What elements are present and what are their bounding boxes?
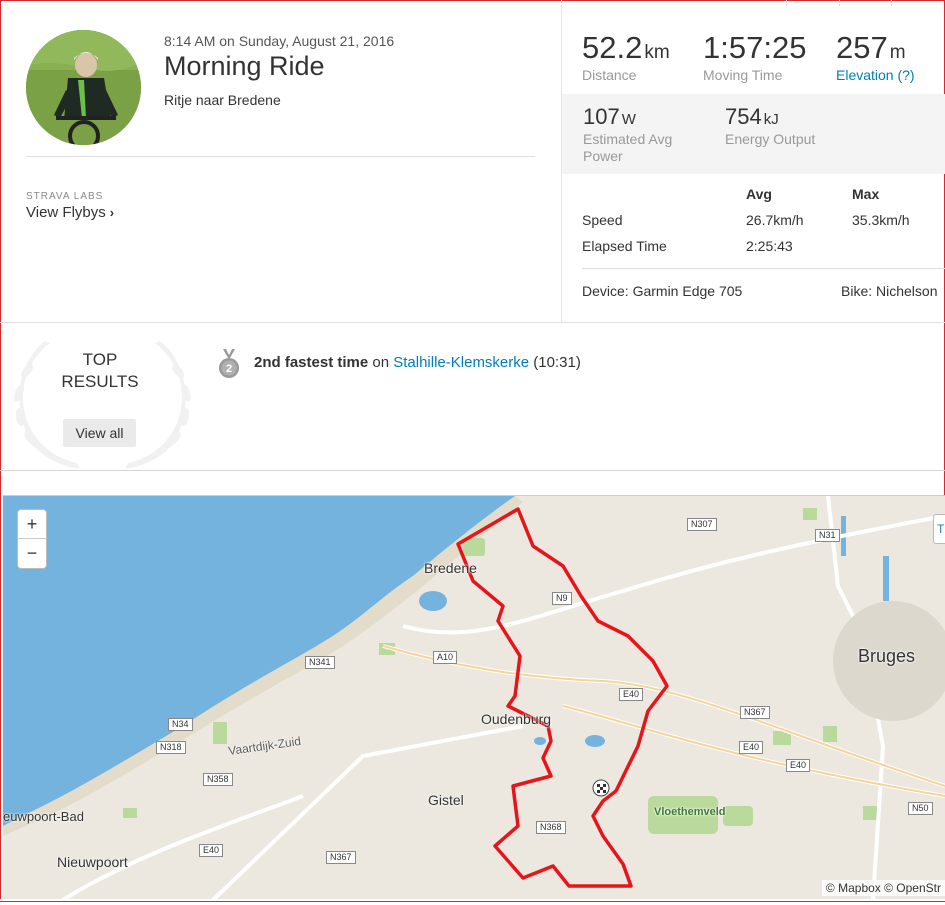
place-label: Vloethemveld	[654, 806, 726, 818]
top-results-title-line2: RESULTS	[61, 372, 139, 391]
row-avg: 26.7km/h	[746, 212, 804, 228]
elevation-help-link[interactable]: Elevation (?)	[836, 67, 915, 83]
energy-label: Energy Output	[725, 131, 816, 147]
top-rule	[562, 0, 945, 6]
moving-time-value: 1:57:25	[703, 30, 807, 65]
stat-power: 107 W Estimated Avg Power	[583, 104, 672, 164]
stat-elevation: 257 m Elevation (?)	[836, 30, 915, 83]
moving-time-label: Moving Time	[703, 67, 783, 83]
bike-info: Bike: Nichelson	[841, 283, 938, 299]
road-label: E40	[786, 759, 811, 772]
elevation-value: 257	[836, 30, 888, 65]
zoom-out-button[interactable]: −	[18, 539, 46, 568]
road-label: A10	[433, 651, 458, 664]
activity-description: Ritje naar Bredene	[164, 92, 281, 108]
road-label: N31	[815, 529, 840, 542]
chevron-right-icon: ›	[109, 205, 115, 220]
view-flybys-label: View Flybys	[26, 204, 106, 221]
place-label: Bruges	[858, 646, 916, 666]
power-unit: W	[621, 111, 636, 128]
elevation-unit: m	[889, 42, 906, 63]
distance-label: Distance	[582, 67, 637, 83]
zoom-in-button[interactable]: +	[18, 510, 46, 539]
road-label: N367	[326, 851, 356, 864]
top-results-section: TOP RESULTS View all 2 2nd fastest time …	[0, 323, 945, 470]
energy-value: 754	[725, 104, 762, 129]
table-row: Elapsed Time 2:25:43	[582, 238, 942, 264]
place-label: Oudenburg	[481, 711, 552, 727]
distance-value: 52.2	[582, 30, 643, 65]
device-divider	[582, 268, 945, 269]
strava-labs-label: STRAVA LABS	[26, 191, 104, 202]
power-value: 107	[583, 104, 620, 129]
top-results-title: TOP RESULTS	[45, 349, 155, 393]
map-attribution[interactable]: © Mapbox © OpenStr	[821, 880, 945, 896]
medal-rank: 2	[226, 363, 232, 375]
table-row: Speed 26.7km/h 35.3km/h	[582, 212, 942, 238]
distance-unit: km	[644, 42, 670, 63]
row-avg: 2:25:43	[746, 238, 793, 254]
road-label: N367	[740, 706, 770, 719]
activity-title: Morning Ride	[164, 51, 325, 81]
top-results-title-line1: TOP	[82, 350, 118, 369]
activity-datetime: 8:14 AM on Sunday, August 21, 2016	[164, 33, 395, 49]
road-label: E40	[619, 688, 644, 701]
segment-time: (10:31)	[533, 354, 581, 371]
achievement-on: on	[372, 354, 390, 371]
route-map[interactable]: Bredene Bruges Oudenburg Gistel Nieuwpoo…	[3, 495, 945, 899]
energy-unit: kJ	[763, 111, 779, 128]
results-divider	[0, 470, 945, 471]
silver-medal-icon: 2	[219, 349, 239, 378]
stat-distance: 52.2 km Distance	[582, 30, 670, 83]
row-label: Elapsed Time	[582, 238, 667, 254]
view-all-button[interactable]: View all	[63, 419, 136, 447]
zoom-control: + −	[17, 509, 47, 569]
place-label: Bredene	[424, 560, 477, 576]
stat-energy: 754 kJ Energy Output	[725, 104, 815, 147]
road-label: N34	[168, 718, 193, 731]
view-flybys-link[interactable]: View Flybys ›	[26, 204, 114, 221]
stats-panel: 52.2 km Distance 1:57:25 Moving Time 257 m…	[561, 0, 945, 322]
road-label: N368	[536, 821, 566, 834]
road-label: E40	[199, 844, 224, 857]
map-canvas	[3, 496, 945, 899]
secondary-stats-band: 107 W Estimated Avg Power 754 kJ Energy Ou…	[562, 94, 945, 174]
power-label-line1: Estimated Avg	[583, 131, 673, 147]
achievement-text: 2nd fastest time on Stalhille-Klemskerke…	[254, 354, 581, 371]
segment-link[interactable]: Stalhille-Klemskerke	[393, 354, 529, 371]
table-header: Avg Max	[582, 186, 942, 212]
stat-moving-time: 1:57:25 Moving Time	[703, 30, 806, 83]
road-label: N307	[687, 518, 717, 531]
header-divider	[26, 156, 535, 157]
achievement-strong: 2nd fastest time	[254, 354, 369, 371]
road-label: N341	[305, 656, 335, 669]
map-type-toggle[interactable]: T	[933, 514, 945, 544]
device-info: Device: Garmin Edge 705	[582, 283, 743, 299]
road-label: N318	[156, 741, 186, 754]
place-label: Nieuwpoort	[57, 854, 128, 870]
power-label-line2: Power	[583, 148, 623, 164]
place-label: euwpoort-Bad	[3, 809, 84, 824]
row-label: Speed	[582, 212, 623, 228]
road-label: N9	[552, 592, 572, 605]
col-avg-header: Avg	[746, 186, 772, 202]
road-label: N50	[908, 802, 933, 815]
activity-header: 8:14 AM on Sunday, August 21, 2016 Morni…	[0, 0, 560, 322]
avg-max-table: Avg Max Speed 26.7km/h 35.3km/h Elapsed …	[582, 186, 942, 264]
road-label: N358	[203, 773, 233, 786]
row-max: 35.3km/h	[852, 212, 910, 228]
col-max-header: Max	[852, 186, 880, 202]
bottom-edge	[0, 899, 945, 905]
road-label: E40	[739, 741, 764, 754]
athlete-avatar[interactable]	[26, 30, 141, 145]
place-label: Gistel	[428, 792, 464, 808]
